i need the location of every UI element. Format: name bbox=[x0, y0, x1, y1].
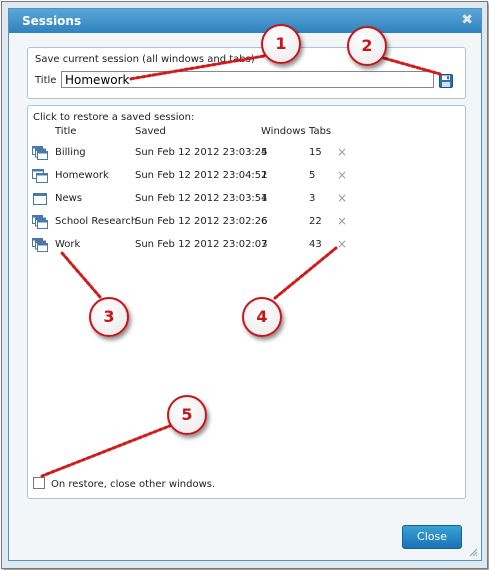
session-window-count: 1 bbox=[261, 193, 268, 204]
session-row[interactable]: News Sun Feb 12 2012 23:03:54 1 3 × bbox=[28, 190, 465, 210]
column-header-saved: Saved bbox=[135, 126, 166, 137]
delete-session-icon[interactable]: × bbox=[337, 145, 347, 159]
save-session-panel: Save current session (all windows and ta… bbox=[27, 47, 466, 99]
delete-session-icon[interactable]: × bbox=[337, 237, 347, 251]
session-window-count: 4 bbox=[261, 147, 268, 158]
delete-session-icon[interactable]: × bbox=[337, 214, 347, 228]
session-title: Billing bbox=[55, 147, 86, 158]
callout-3: 3 bbox=[89, 297, 129, 337]
screenshot-frame: Sessions ✖ Save current session (all win… bbox=[1, 1, 488, 569]
callout-4: 4 bbox=[242, 297, 282, 337]
session-row[interactable]: School Research Sun Feb 12 2012 23:02:26… bbox=[28, 213, 465, 233]
single-window-icon bbox=[33, 193, 47, 205]
dialog-title: Sessions bbox=[22, 14, 82, 28]
restore-session-heading: Click to restore a saved session: bbox=[33, 112, 195, 123]
close-button[interactable]: Close bbox=[402, 525, 462, 549]
session-row[interactable]: Billing Sun Feb 12 2012 23:03:25 4 15 × bbox=[28, 144, 465, 164]
column-header-tabs: Tabs bbox=[309, 126, 332, 137]
session-row[interactable]: Work Sun Feb 12 2012 23:02:03 7 43 × bbox=[28, 236, 465, 256]
session-tab-count: 5 bbox=[309, 170, 316, 181]
close-other-windows-checkbox[interactable] bbox=[33, 477, 45, 489]
multi-window-icon bbox=[32, 146, 48, 160]
session-title-input[interactable] bbox=[61, 71, 434, 88]
close-icon[interactable]: ✖ bbox=[461, 12, 473, 28]
delete-session-icon[interactable]: × bbox=[337, 168, 347, 182]
session-window-count: 6 bbox=[261, 216, 268, 227]
save-disk-icon[interactable] bbox=[439, 74, 453, 88]
dialog-body: Save current session (all windows and ta… bbox=[9, 33, 481, 560]
delete-session-icon[interactable]: × bbox=[337, 191, 347, 205]
title-label: Title bbox=[35, 75, 57, 86]
column-header-title: Title bbox=[55, 126, 77, 137]
session-tab-count: 22 bbox=[309, 216, 322, 227]
multi-window-icon bbox=[32, 238, 48, 252]
session-saved-date: Sun Feb 12 2012 23:04:51 bbox=[135, 170, 268, 181]
session-tab-count: 43 bbox=[309, 239, 322, 250]
session-saved-date: Sun Feb 12 2012 23:03:54 bbox=[135, 193, 268, 204]
multi-window-icon bbox=[32, 215, 48, 229]
session-saved-date: Sun Feb 12 2012 23:02:03 bbox=[135, 239, 268, 250]
session-window-count: 7 bbox=[261, 239, 268, 250]
session-title: Homework bbox=[55, 170, 109, 181]
session-title: Work bbox=[55, 239, 81, 250]
callout-2: 2 bbox=[347, 26, 387, 66]
callout-1: 1 bbox=[261, 24, 301, 64]
restore-session-panel: Click to restore a saved session: Title … bbox=[27, 105, 466, 499]
session-window-count: 2 bbox=[261, 170, 268, 181]
resize-grip-icon[interactable] bbox=[468, 547, 478, 557]
session-tab-count: 15 bbox=[309, 147, 322, 158]
session-saved-date: Sun Feb 12 2012 23:03:25 bbox=[135, 147, 268, 158]
column-header-windows: Windows bbox=[261, 126, 306, 137]
close-other-windows-label: On restore, close other windows. bbox=[51, 479, 216, 490]
session-row[interactable]: Homework Sun Feb 12 2012 23:04:51 2 5 × bbox=[28, 167, 465, 187]
callout-5: 5 bbox=[167, 395, 207, 435]
multi-window-icon bbox=[32, 169, 48, 183]
session-title: News bbox=[55, 193, 83, 204]
session-tab-count: 3 bbox=[309, 193, 316, 204]
sessions-dialog: Sessions ✖ Save current session (all win… bbox=[8, 8, 482, 561]
session-saved-date: Sun Feb 12 2012 23:02:26 bbox=[135, 216, 268, 227]
session-title: School Research bbox=[55, 216, 138, 227]
save-session-heading: Save current session (all windows and ta… bbox=[35, 54, 255, 65]
dialog-titlebar: Sessions ✖ bbox=[9, 9, 481, 33]
